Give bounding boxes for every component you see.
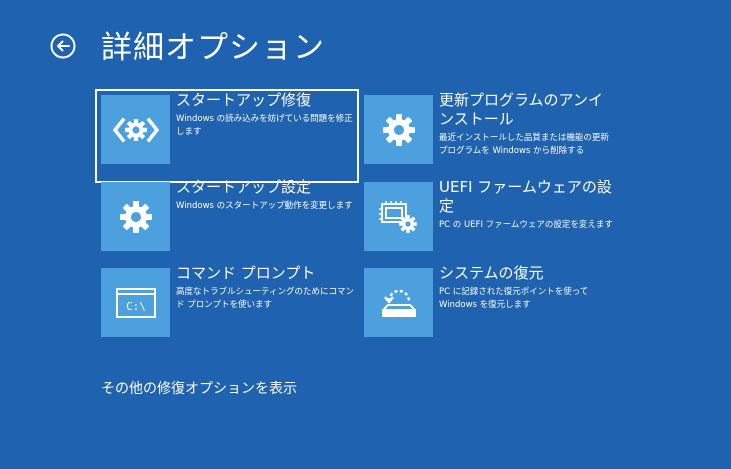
uefi-firmware-option[interactable]: UEFI ファームウェアの設定 PC の UEFI ファームウェアの設定を変えま… xyxy=(364,178,616,264)
uninstall-updates-title: 更新プログラムのアンインストール xyxy=(439,91,603,128)
system-restore-description: PC に記録された復元ポイントを使って Windows を復元します xyxy=(439,287,589,310)
startup-settings-title: スタートアップ設定 xyxy=(176,178,312,196)
back-button[interactable] xyxy=(50,33,76,59)
gear-icon xyxy=(119,200,152,233)
uefi-firmware-description: PC の UEFI ファームウェアの設定を変えます xyxy=(439,220,613,230)
command-prompt-icon: C:\ xyxy=(115,287,156,318)
command-prompt-icon-text: C:\ xyxy=(126,300,146,313)
system-restore-option[interactable]: システムの復元 PC に記録された復元ポイントを使って Windows を復元し… xyxy=(364,264,616,350)
system-restore-icon xyxy=(381,289,416,317)
command-prompt-title: コマンド プロンプト xyxy=(176,264,316,282)
firmware-settings-icon xyxy=(378,200,417,233)
startup-repair-option[interactable]: スタートアップ修復 Windows の読み込みを妨げている問題を修正します xyxy=(95,89,359,183)
uninstall-updates-tile xyxy=(364,95,433,164)
uninstall-updates-description: 最近インストールした品質または機能の更新プログラムを Windows から削除す… xyxy=(439,133,609,156)
system-restore-title: システムの復元 xyxy=(439,264,544,282)
uefi-firmware-tile xyxy=(364,182,433,251)
more-repair-options-link[interactable]: その他の修復オプションを表示 xyxy=(101,378,297,398)
uefi-firmware-title: UEFI ファームウェアの設定 xyxy=(439,178,612,215)
command-prompt-tile: C:\ xyxy=(101,268,170,337)
startup-settings-tile xyxy=(101,182,170,251)
startup-repair-description: Windows の読み込みを妨げている問題を修正します xyxy=(176,114,353,137)
command-prompt-option[interactable]: C:\ コマンド プロンプト 高度なトラブルシューティングのためにコマンド プロ… xyxy=(101,264,354,350)
gear-icon xyxy=(382,113,415,146)
page-title: 詳細オプション xyxy=(101,30,325,66)
startup-settings-description: Windows のスタートアップ動作を変更します xyxy=(176,201,353,211)
command-prompt-description: 高度なトラブルシューティングのためにコマンド プロンプトを使います xyxy=(176,287,354,310)
uninstall-updates-option[interactable]: 更新プログラムのアンインストール 最近インストールした品質または機能の更新プログ… xyxy=(364,91,616,177)
startup-repair-title: スタートアップ修復 xyxy=(176,91,312,109)
startup-repair-icon xyxy=(112,117,159,142)
startup-settings-option[interactable]: スタートアップ設定 Windows のスタートアップ動作を変更します xyxy=(101,178,353,264)
system-restore-tile xyxy=(364,268,433,337)
back-arrow-icon xyxy=(50,33,76,59)
startup-repair-tile xyxy=(101,95,170,164)
